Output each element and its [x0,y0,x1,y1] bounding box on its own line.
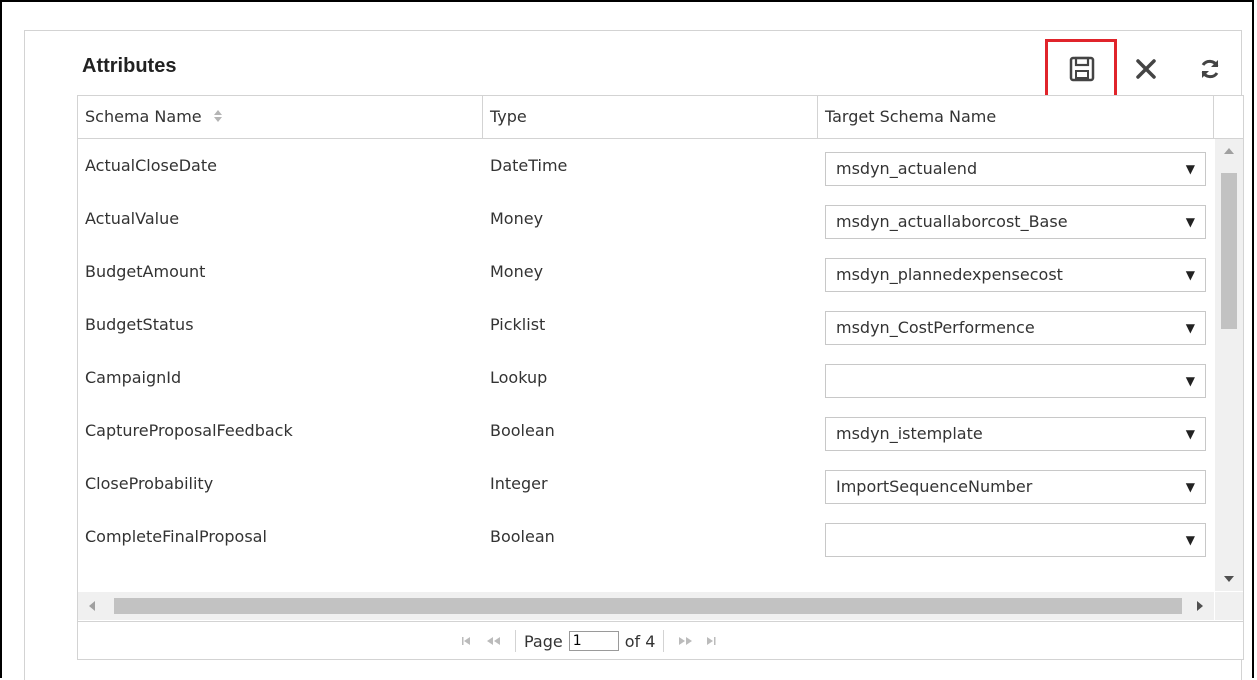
column-header-type[interactable]: Type [483,96,818,138]
table-row: ActualCloseDate DateTime msdyn_actualend… [78,139,1214,192]
target-schema-dropdown[interactable]: ▼ [825,364,1206,398]
page-label: Page [524,631,563,651]
type-cell: Boolean [490,527,555,546]
table-row: BudgetAmount Money msdyn_plannedexpensec… [78,245,1214,298]
refresh-icon [1201,59,1219,79]
type-cell: Integer [490,474,548,493]
target-schema-dropdown[interactable]: msdyn_istemplate ▼ [825,417,1206,451]
refresh-button[interactable] [1190,49,1230,89]
scroll-right-icon[interactable] [1186,592,1214,620]
schema-name-cell: ActualCloseDate [85,156,217,175]
target-cell: msdyn_actualend ▼ [818,139,1214,192]
vertical-scroll-thumb[interactable] [1221,173,1237,329]
target-cell: msdyn_plannedexpensecost ▼ [818,245,1214,298]
target-cell: ▼ [818,510,1214,563]
target-schema-dropdown[interactable]: msdyn_actuallaborcost_Base ▼ [825,205,1206,239]
schema-name-cell: CloseProbability [85,474,214,493]
schema-name-cell: BudgetAmount [85,262,206,281]
target-schema-dropdown[interactable]: msdyn_CostPerformence ▼ [825,311,1206,345]
dropdown-arrow-icon: ▼ [1185,321,1195,335]
first-page-button[interactable] [455,622,481,660]
dropdown-arrow-icon: ▼ [1185,268,1195,282]
table-row: ActualValue Money msdyn_actuallaborcost_… [78,192,1214,245]
scroll-up-icon[interactable] [1215,139,1243,163]
close-icon [1136,59,1156,79]
schema-name-cell: CaptureProposalFeedback [85,421,293,440]
schema-name-cell: CampaignId [85,368,182,387]
dropdown-value: msdyn_actuallaborcost_Base [836,212,1068,231]
divider [77,659,1244,660]
page-count-label: of 4 [624,631,656,651]
grid-header: Schema Name Type Target Schema Name [78,96,1243,139]
dropdown-value: msdyn_CostPerformence [836,318,1035,337]
dropdown-arrow-icon: ▼ [1185,427,1195,441]
target-schema-dropdown[interactable]: ▼ [825,523,1206,557]
save-icon [1069,56,1095,82]
schema-name-cell: BudgetStatus [85,315,194,334]
table-row: CaptureProposalFeedback Boolean msdyn_is… [78,404,1214,457]
type-cell: Boolean [490,421,555,440]
scroll-down-icon[interactable] [1215,567,1243,591]
table-row: CloseProbability Integer ImportSequenceN… [78,457,1214,510]
dropdown-value: msdyn_actualend [836,159,978,178]
grid-body: ActualCloseDate DateTime msdyn_actualend… [78,139,1214,591]
schema-name-cell: ActualValue [85,209,180,228]
dropdown-arrow-icon: ▼ [1185,162,1195,176]
column-header-label: Schema Name [85,107,202,126]
previous-page-button[interactable] [481,622,507,660]
type-cell: Lookup [490,368,548,387]
horizontal-scrollbar[interactable] [78,592,1214,620]
panel-title: Attributes [82,55,177,77]
last-page-icon [707,637,716,645]
close-button[interactable] [1126,49,1166,89]
type-cell: Money [490,209,544,228]
type-cell: DateTime [490,156,568,175]
target-schema-dropdown[interactable]: msdyn_actualend ▼ [825,152,1206,186]
dropdown-value: msdyn_plannedexpensecost [836,265,1063,284]
column-header-target-schema-name[interactable]: Target Schema Name [818,96,1214,138]
scroll-left-icon[interactable] [78,592,106,620]
dropdown-arrow-icon: ▼ [1185,480,1195,494]
schema-name-cell: CompleteFinalProposal [85,527,267,546]
target-cell: msdyn_CostPerformence ▼ [818,298,1214,351]
first-page-icon [462,637,470,645]
vertical-scrollbar[interactable] [1215,139,1243,591]
target-cell: ImportSequenceNumber ▼ [818,457,1214,510]
target-cell: msdyn_istemplate ▼ [818,404,1214,457]
pager: Page of 4 [78,621,1243,660]
target-cell: msdyn_actuallaborcost_Base ▼ [818,192,1214,245]
previous-page-icon [487,637,500,645]
pager-separator [515,630,516,652]
scrollbar-corner [1215,592,1243,620]
target-cell: ▼ [818,351,1214,404]
type-cell: Money [490,262,544,281]
dropdown-arrow-icon: ▼ [1185,215,1195,229]
table-row: CompleteFinalProposal Boolean ▼ [78,510,1214,563]
attributes-grid: Schema Name Type Target Schema Name Actu… [77,95,1244,660]
save-button[interactable] [1062,49,1102,89]
page-number-input[interactable] [568,631,619,651]
table-row: BudgetStatus Picklist msdyn_CostPerforme… [78,298,1214,351]
target-schema-dropdown[interactable]: ImportSequenceNumber ▼ [825,470,1206,504]
dropdown-value: msdyn_istemplate [836,424,983,443]
dropdown-arrow-icon: ▼ [1185,533,1195,547]
type-cell: Picklist [490,315,546,334]
table-row: CampaignId Lookup ▼ [78,351,1214,404]
next-page-button[interactable] [672,622,698,660]
dropdown-value: ImportSequenceNumber [836,477,1033,496]
pager-controls: Page of 4 [455,622,724,660]
sort-icon[interactable] [213,97,223,139]
column-header-schema-name[interactable]: Schema Name [78,96,483,138]
target-schema-dropdown[interactable]: msdyn_plannedexpensecost ▼ [825,258,1206,292]
horizontal-scroll-thumb[interactable] [114,598,1182,614]
pager-separator [663,630,665,652]
dropdown-arrow-icon: ▼ [1185,374,1195,388]
next-page-icon [679,637,693,645]
last-page-button[interactable] [698,622,724,660]
